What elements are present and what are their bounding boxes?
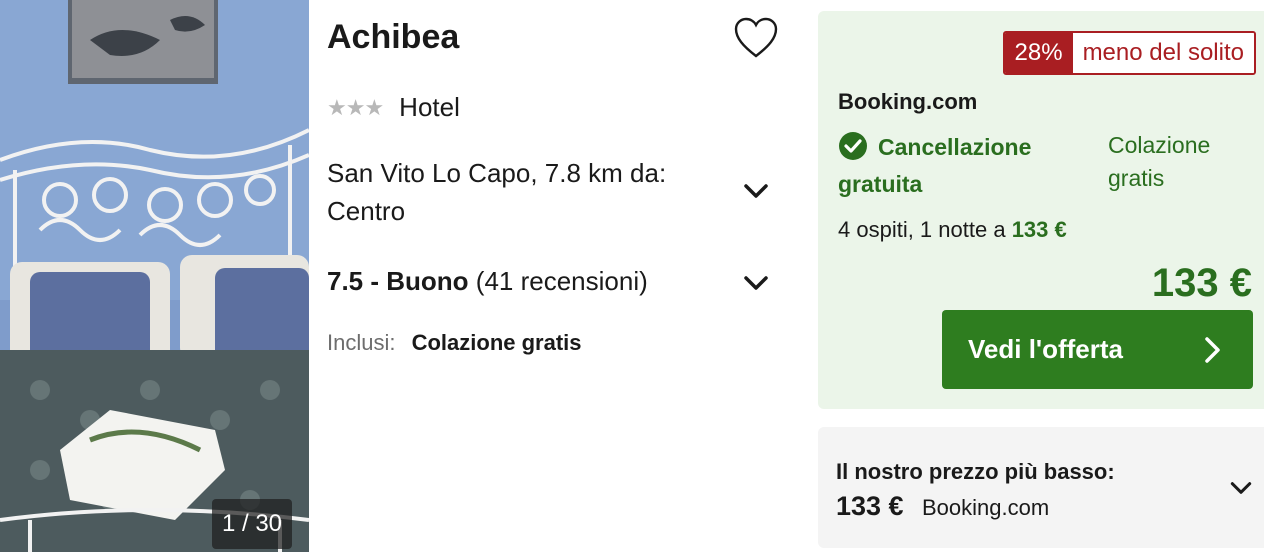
- favorite-heart-button[interactable]: [733, 16, 779, 60]
- chevron-down-icon: [1230, 482, 1252, 494]
- offer-provider: Booking.com: [838, 89, 978, 114]
- lowest-price-expand-button[interactable]: [1228, 475, 1258, 505]
- guests-text: 4 ospiti, 1 notte a: [838, 217, 1006, 242]
- included-label: Inclusi:: [327, 330, 396, 355]
- location-text[interactable]: San Vito Lo Capo, 7.8 km da: Centro: [327, 154, 737, 230]
- chevron-down-icon: [744, 276, 768, 290]
- hotel-name[interactable]: Achibea: [327, 18, 459, 57]
- lowest-price-card[interactable]: Il nostro prezzo più basso: 133 € Bookin…: [818, 427, 1264, 548]
- view-offer-button[interactable]: Vedi l'offerta: [942, 310, 1253, 389]
- accommodation-type: Hotel: [399, 92, 460, 122]
- heart-icon: [734, 17, 778, 58]
- chevron-down-icon: [744, 184, 768, 198]
- hotel-room-image: [0, 0, 309, 552]
- included-row: Inclusi: Colazione gratis: [327, 330, 582, 356]
- category-row: ★★★ Hotel: [327, 92, 460, 123]
- lowest-price-provider: Booking.com: [922, 495, 1050, 520]
- location-expand-button[interactable]: [741, 176, 771, 206]
- rating-score: 7.5 - Buono: [327, 266, 469, 296]
- guests-info: 4 ospiti, 1 notte a 133 €: [838, 217, 1067, 243]
- free-cancellation: Cancellazione gratuita: [838, 129, 1078, 203]
- check-circle-icon: [839, 132, 867, 160]
- lowest-price-title: Il nostro prezzo più basso:: [836, 459, 1115, 484]
- rating-row[interactable]: 7.5 - Buono (41 recensioni): [327, 266, 648, 297]
- rating-expand-button[interactable]: [741, 268, 771, 298]
- deal-percent: 28%: [1004, 33, 1073, 73]
- deal-text: meno del solito: [1072, 33, 1254, 73]
- hotel-photo[interactable]: 1 / 30: [0, 0, 309, 552]
- offer-price: 133 €: [1151, 261, 1252, 305]
- guests-price: 133 €: [1011, 217, 1067, 242]
- rating-count: (41 recensioni): [475, 266, 648, 296]
- included-value: Colazione gratis: [411, 330, 582, 355]
- offer-card[interactable]: 28% meno del solito Booking.com Cancella…: [818, 11, 1264, 409]
- deal-badge: 28% meno del solito: [1002, 31, 1256, 75]
- stars-rating: ★★★: [327, 94, 384, 120]
- lowest-price-value: 133 €: [836, 491, 904, 521]
- chevron-right-icon: [1205, 337, 1220, 363]
- view-offer-label: Vedi l'offerta: [968, 334, 1123, 364]
- hotel-info: Achibea ★★★ Hotel San Vito Lo Capo, 7.8 …: [309, 0, 809, 552]
- breakfast-label: Colazione gratis: [1108, 132, 1211, 191]
- photo-counter: 1 / 30: [212, 499, 292, 549]
